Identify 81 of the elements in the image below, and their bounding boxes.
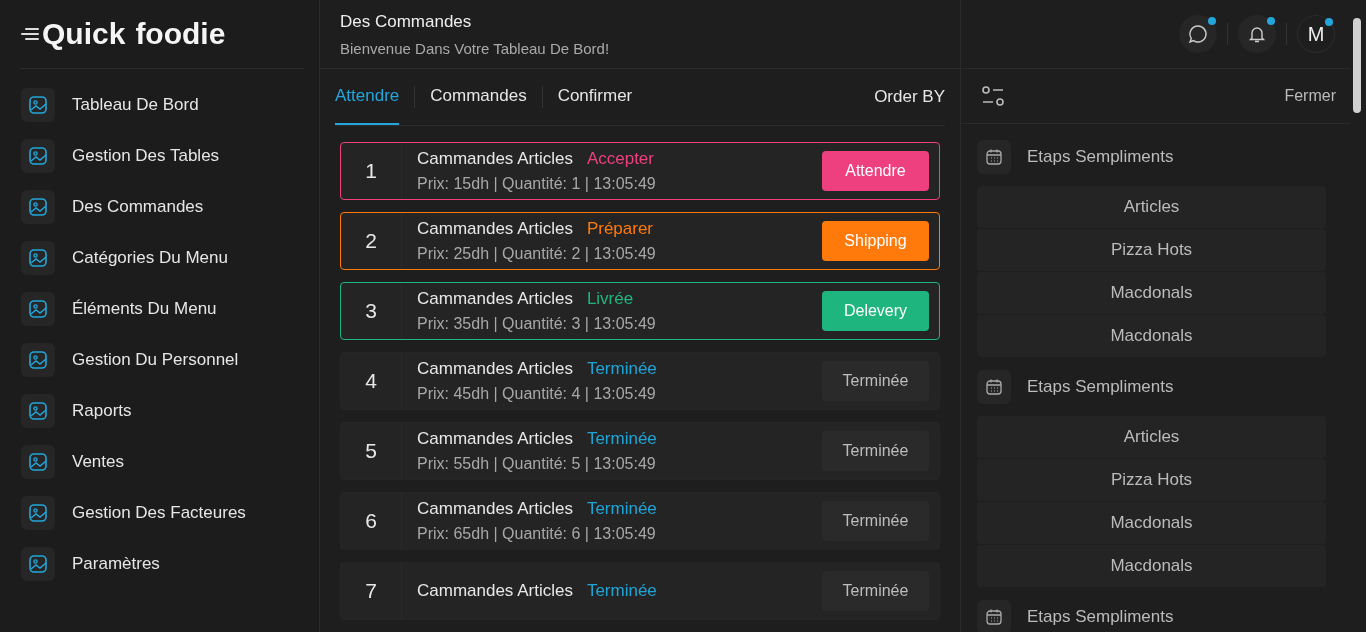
status-button[interactable]: Terminée — [822, 431, 929, 471]
order-title: Cammandes Articles — [417, 359, 573, 379]
order-number: 6 — [341, 493, 402, 549]
image-icon — [21, 139, 55, 173]
chat-bubble-icon — [1187, 23, 1209, 45]
sidebar-item[interactable]: Raports — [72, 401, 132, 421]
order-status: Accepter — [586, 149, 654, 169]
image-icon — [21, 88, 55, 122]
sidebar-item[interactable]: Ventes — [72, 452, 124, 472]
image-icon — [21, 394, 55, 428]
list-item[interactable]: Macdonals — [977, 545, 1326, 587]
sidebar-item[interactable]: Gestion Du Personnel — [72, 350, 239, 370]
page-title: Des Commandes — [340, 11, 473, 32]
list-item[interactable]: Pizza Hots — [977, 229, 1326, 271]
status-button[interactable]: Terminée — [822, 361, 929, 401]
status-button[interactable]: Terminée — [822, 571, 929, 611]
order-status: Terminée — [586, 581, 657, 601]
section-title: Etaps Sempliments — [1027, 377, 1174, 397]
order-title: Cammandes Articles — [417, 289, 573, 309]
list-item[interactable]: Macdonals — [977, 502, 1326, 544]
order-title: Cammandes Articles — [417, 429, 573, 449]
image-icon — [21, 547, 55, 581]
list-item[interactable]: Articles — [977, 186, 1326, 228]
logo-wordmark-suffix: foodie — [135, 17, 226, 51]
tab[interactable]: Attendre — [335, 69, 400, 125]
order-status: Préparer — [586, 219, 654, 239]
sidebar-item[interactable]: Paramètres — [72, 554, 160, 574]
image-icon — [21, 190, 55, 224]
sidebar-item[interactable]: Gestion Des Tables — [72, 146, 220, 166]
order-number: 1 — [341, 143, 402, 199]
menu-icon[interactable] — [20, 27, 40, 41]
image-icon — [21, 343, 55, 377]
list-item[interactable]: Articles — [977, 416, 1326, 458]
calendar-icon — [977, 370, 1011, 404]
order-by-button[interactable]: Order BY — [874, 87, 945, 107]
order-details: Prix: 55dh | Quantité: 5 | 13:05:49 — [417, 455, 657, 473]
image-icon — [21, 241, 55, 275]
notifications-button[interactable] — [1238, 15, 1276, 53]
order-details: Prix: 15dh | Quantité: 1 | 13:05:49 — [417, 175, 657, 193]
section-title: Etaps Sempliments — [1027, 147, 1174, 167]
tab[interactable]: Confirmer — [557, 69, 633, 125]
order-title: Cammandes Articles — [417, 581, 573, 601]
order-details: Prix: 25dh | Quantité: 2 | 13:05:49 — [417, 245, 657, 263]
status-button[interactable]: Terminée — [822, 501, 929, 541]
sidebar-item[interactable]: Gestion Des Facteures — [72, 503, 246, 523]
order-title: Cammandes Articles — [417, 499, 573, 519]
order-status: Terminée — [586, 499, 657, 519]
section-title: Etaps Sempliments — [1027, 607, 1174, 627]
image-icon — [21, 496, 55, 530]
list-item[interactable]: Pizza Hots — [977, 459, 1326, 501]
list-item[interactable]: Macdonals — [977, 315, 1326, 357]
status-button[interactable]: Attendre — [822, 151, 929, 191]
sidebar-item[interactable]: Tableau De Bord — [72, 95, 199, 115]
tab[interactable]: Commandes — [430, 69, 527, 125]
order-status: Terminée — [586, 359, 657, 379]
order-number: 5 — [341, 423, 402, 479]
order-details: Prix: 65dh | Quantité: 6 | 13:05:49 — [417, 525, 657, 543]
order-status: Terminée — [586, 429, 657, 449]
image-icon — [21, 292, 55, 326]
calendar-icon — [977, 140, 1011, 174]
close-button[interactable]: Fermer — [1284, 87, 1336, 105]
page-subtitle: Bienvenue Dans Votre Tableau De Bord! — [340, 39, 610, 57]
sidebar-item[interactable]: Des Commandes — [72, 197, 204, 217]
image-icon — [21, 445, 55, 479]
order-details: Prix: 45dh | Quantité: 4 | 13:05:49 — [417, 385, 657, 403]
logo-wordmark: Quick — [42, 17, 126, 51]
chat-button[interactable] — [1179, 15, 1217, 53]
order-number: 7 — [341, 563, 402, 619]
filter-sliders-icon[interactable] — [981, 85, 1005, 107]
order-title: Cammandes Articles — [417, 219, 573, 239]
sidebar-item[interactable]: Catégories Du Menu — [72, 248, 228, 268]
list-item[interactable]: Macdonals — [977, 272, 1326, 314]
order-details: Prix: 35dh | Quantité: 3 | 13:05:49 — [417, 315, 657, 333]
order-title: Cammandes Articles — [417, 149, 573, 169]
order-number: 3 — [341, 283, 402, 339]
order-status: Livrée — [586, 289, 634, 309]
sidebar-item[interactable]: Éléments Du Menu — [72, 299, 217, 319]
order-number: 4 — [341, 353, 402, 409]
order-number: 2 — [341, 213, 402, 269]
user-avatar[interactable]: M — [1297, 15, 1335, 53]
bell-icon — [1247, 24, 1267, 44]
